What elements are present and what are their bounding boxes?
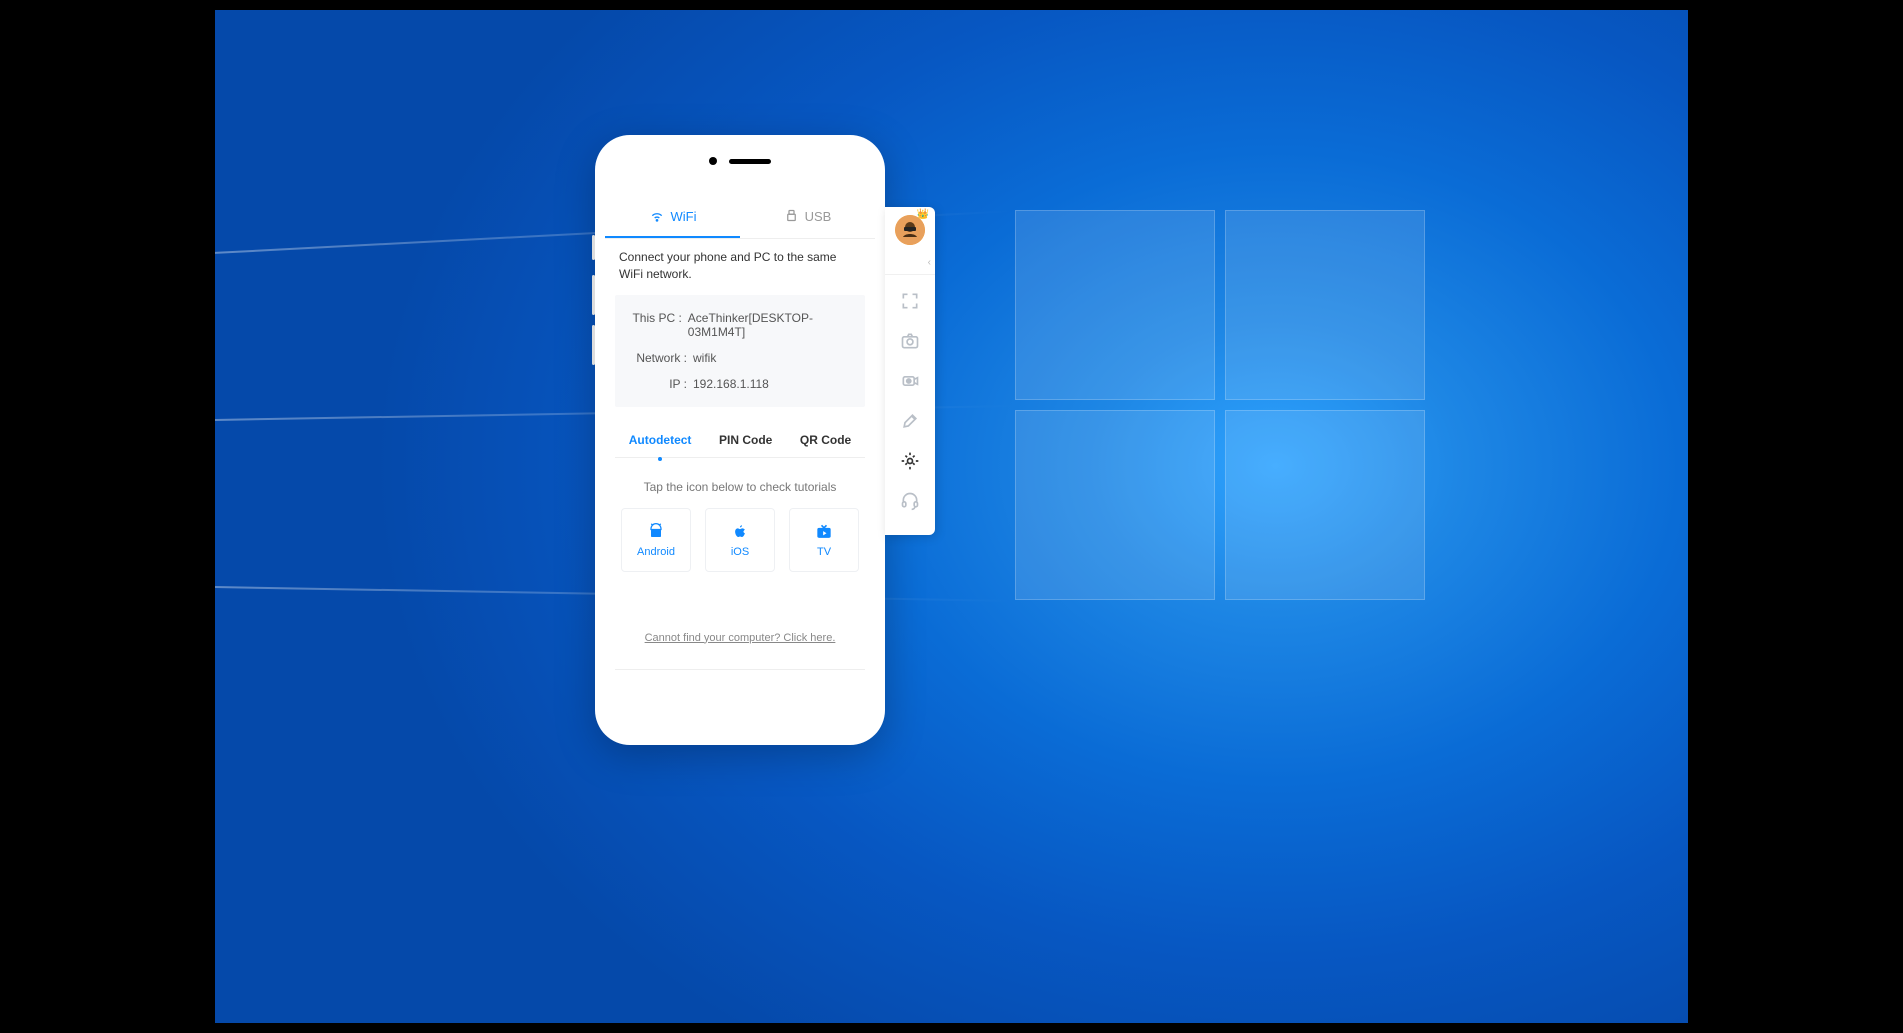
platform-ios-button[interactable]: iOS — [705, 508, 775, 572]
info-row-pc: This PC : AceThinker[DESKTOP-03M1M4T] — [625, 305, 855, 345]
desktop-wallpaper: WiFi USB Connect your phone and PC to th… — [215, 10, 1688, 1023]
detect-tab-qrcode[interactable]: QR Code — [796, 423, 855, 457]
crown-icon: 👑 — [917, 209, 929, 220]
info-row-network: Network : wifik — [625, 345, 855, 371]
phone-frame-button — [592, 325, 595, 365]
windows-logo — [1015, 210, 1425, 600]
usb-icon — [784, 208, 799, 226]
letterbox — [0, 0, 215, 1033]
info-label: IP : — [625, 377, 687, 391]
side-toolbar: 👑 ‹ — [885, 207, 935, 535]
tv-icon — [814, 522, 834, 542]
tab-usb-label: USB — [805, 209, 832, 224]
info-label: Network : — [625, 351, 687, 365]
letterbox — [1688, 0, 1903, 1033]
wifi-icon — [649, 207, 665, 226]
letterbox — [0, 1023, 1903, 1033]
help-link-cannot-find[interactable]: Cannot find your computer? Click here. — [605, 632, 875, 644]
platform-label: Android — [637, 546, 675, 558]
info-value-pc: AceThinker[DESKTOP-03M1M4T] — [688, 311, 855, 339]
info-label: This PC : — [625, 311, 682, 339]
detect-tab-autodetect[interactable]: Autodetect — [625, 423, 696, 457]
user-avatar-button[interactable]: 👑 — [895, 215, 925, 245]
camera-icon — [900, 331, 920, 351]
info-row-ip: IP : 192.168.1.118 — [625, 371, 855, 397]
platform-android-button[interactable]: Android — [621, 508, 691, 572]
gear-icon — [900, 451, 920, 471]
connection-info-box: This PC : AceThinker[DESKTOP-03M1M4T] Ne… — [615, 295, 865, 407]
platform-label: TV — [817, 546, 831, 558]
platform-tutorials: Android iOS TV — [605, 508, 875, 572]
headset-icon — [900, 491, 920, 511]
draw-button[interactable] — [892, 401, 928, 441]
phone-screen: WiFi USB Connect your phone and PC to th… — [605, 195, 875, 720]
apple-icon — [730, 522, 750, 542]
record-icon — [900, 371, 920, 391]
screenshot-button[interactable] — [892, 321, 928, 361]
phone-frame-button — [592, 275, 595, 315]
android-icon — [646, 522, 666, 542]
tab-usb[interactable]: USB — [740, 195, 875, 238]
divider — [615, 669, 865, 670]
connection-instruction: Connect your phone and PC to the same Wi… — [605, 239, 875, 291]
chevron-left-icon: ‹ — [928, 257, 931, 268]
support-button[interactable] — [892, 481, 928, 521]
connection-tabs: WiFi USB — [605, 195, 875, 239]
phone-notch — [709, 157, 771, 165]
detect-method-tabs: Autodetect PIN Code QR Code — [615, 423, 865, 458]
record-button[interactable] — [892, 361, 928, 401]
info-value-network: wifik — [693, 351, 716, 365]
tab-wifi[interactable]: WiFi — [605, 195, 740, 238]
platform-label: iOS — [731, 546, 749, 558]
brush-icon — [900, 411, 920, 431]
platform-tv-button[interactable]: TV — [789, 508, 859, 572]
expand-icon — [900, 291, 920, 311]
detect-tab-pincode[interactable]: PIN Code — [715, 423, 776, 457]
settings-button[interactable] — [892, 441, 928, 481]
collapse-toolbar-button[interactable]: ‹ — [885, 251, 935, 275]
fullscreen-button[interactable] — [892, 281, 928, 321]
info-value-ip: 192.168.1.118 — [693, 377, 769, 391]
phone-frame-button — [592, 235, 595, 260]
tab-wifi-label: WiFi — [671, 209, 697, 224]
letterbox — [0, 0, 1903, 10]
tutorial-hint: Tap the icon below to check tutorials — [605, 480, 875, 494]
phone-app-window: WiFi USB Connect your phone and PC to th… — [595, 135, 885, 745]
